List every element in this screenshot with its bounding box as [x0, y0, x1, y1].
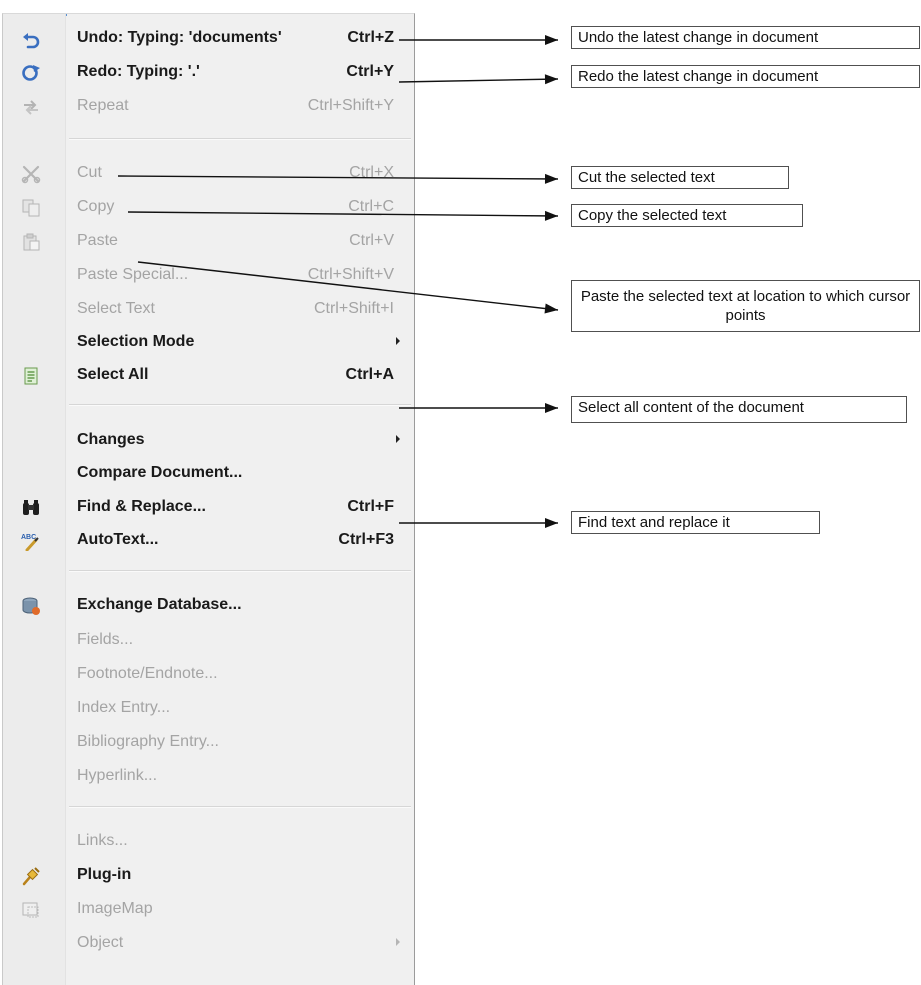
- menu-item-label: Links...: [77, 832, 128, 849]
- binoculars-icon: [21, 498, 41, 518]
- select-all-icon: [21, 366, 41, 386]
- menu-item-links[interactable]: Links...: [3, 827, 414, 857]
- svg-text:ABC: ABC: [21, 534, 36, 541]
- menu-item-shortcut: Ctrl+Z: [347, 29, 394, 46]
- menu-item-hyperlink[interactable]: Hyperlink...: [3, 762, 414, 792]
- menu-separator: [69, 138, 411, 140]
- imagemap-icon: [21, 900, 41, 920]
- menu-item-index-entry[interactable]: Index Entry...: [3, 694, 414, 724]
- menu-item-label: Paste: [77, 232, 118, 249]
- menu-item-label: Redo: Typing: '.': [77, 63, 200, 80]
- arrowhead-icon: [545, 518, 558, 528]
- paste-icon: [21, 232, 41, 252]
- edit-menu: Undo: Typing: 'documents' Ctrl+Z Redo: Typ…: [2, 13, 415, 985]
- menu-item-shortcut: Ctrl+X: [349, 164, 394, 181]
- annotation-arrow-line: [398, 78, 559, 83]
- arrowhead-icon: [544, 74, 558, 85]
- menu-item-changes[interactable]: Changes: [3, 426, 414, 456]
- menu-item-label: Footnote/Endnote...: [77, 665, 218, 682]
- menu-item-shortcut: Ctrl+Y: [346, 63, 394, 80]
- menu-item-label: Selection Mode: [77, 333, 195, 350]
- menu-item-exchange-database[interactable]: Exchange Database...: [3, 591, 414, 621]
- menu-item-label: Paste Special...: [77, 266, 189, 283]
- menu-item-label: Changes: [77, 431, 145, 448]
- submenu-arrow-icon: [396, 337, 400, 345]
- menu-item-label: ImageMap: [77, 900, 153, 917]
- menu-item-label: Index Entry...: [77, 699, 171, 716]
- menu-item-shortcut: Ctrl+Shift+Y: [307, 97, 394, 114]
- annotation-callout: Select all content of the document: [571, 396, 907, 423]
- menu-item-label: Compare Document...: [77, 464, 243, 481]
- menu-item-select-text[interactable]: Select Text Ctrl+Shift+I: [3, 295, 414, 325]
- arrowhead-icon: [545, 35, 558, 45]
- menu-item-shortcut: Ctrl+Shift+V: [307, 266, 394, 283]
- menu-item-label: AutoText...: [77, 531, 159, 548]
- annotation-callout: Paste the selected text at location to w…: [571, 280, 920, 332]
- menu-item-label: Undo: Typing: 'documents': [77, 29, 282, 46]
- annotation-callout: Redo the latest change in document: [571, 65, 920, 88]
- annotation-callout: Cut the selected text: [571, 166, 789, 189]
- arrowhead-icon: [545, 403, 558, 413]
- arrowhead-icon: [544, 210, 558, 221]
- redo-icon: [21, 63, 41, 83]
- annotation-callout: Undo the latest change in document: [571, 26, 920, 49]
- menu-item-fields[interactable]: Fields...: [3, 626, 414, 656]
- menu-item-cut[interactable]: Cut Ctrl+X: [3, 159, 414, 189]
- menu-item-shortcut: Ctrl+C: [348, 198, 394, 215]
- annotation-callout: Find text and replace it: [571, 511, 820, 534]
- menu-item-label: Hyperlink...: [77, 767, 158, 784]
- autotext-icon: ABC: [21, 531, 41, 551]
- annotation-callout: Copy the selected text: [571, 204, 803, 227]
- menu-item-label: Select All: [77, 366, 149, 383]
- figure: Undo: Typing: 'documents' Ctrl+Z Redo: Typ…: [0, 0, 921, 985]
- submenu-arrow-icon: [396, 938, 400, 946]
- menu-item-shortcut: Ctrl+F3: [338, 531, 394, 548]
- menu-item-label: Select Text: [77, 300, 155, 317]
- menu-item-undo-typing-documents[interactable]: Undo: Typing: 'documents' Ctrl+Z: [3, 24, 414, 54]
- menu-item-label: Repeat: [77, 97, 129, 114]
- menu-item-select-all[interactable]: Select All Ctrl+A: [3, 361, 414, 391]
- menu-separator: [69, 570, 411, 572]
- menu-item-imagemap[interactable]: ImageMap: [3, 895, 414, 925]
- menu-item-redo-typing[interactable]: Redo: Typing: '.' Ctrl+Y: [3, 58, 414, 88]
- menu-item-plug-in[interactable]: Plug-in: [3, 861, 414, 891]
- arrowhead-icon: [544, 173, 558, 184]
- menu-item-shortcut: Ctrl+F: [347, 498, 394, 515]
- plugin-icon: [21, 866, 41, 886]
- menu-item-shortcut: Ctrl+A: [345, 366, 394, 383]
- menu-separator: [69, 404, 411, 406]
- menu-item-label: Cut: [77, 164, 102, 181]
- menu-item-paste[interactable]: Paste Ctrl+V: [3, 227, 414, 257]
- menu-item-bibliography-entry[interactable]: Bibliography Entry...: [3, 728, 414, 758]
- menu-item-label: Find & Replace...: [77, 498, 206, 515]
- arrowhead-icon: [544, 303, 558, 314]
- menu-item-compare-document[interactable]: Compare Document...: [3, 459, 414, 489]
- menu-separator: [69, 806, 411, 808]
- menu-item-paste-special[interactable]: Paste Special... Ctrl+Shift+V: [3, 261, 414, 291]
- menu-item-label: Fields...: [77, 631, 134, 648]
- menu-item-shortcut: Ctrl+V: [349, 232, 394, 249]
- menu-item-object[interactable]: Object: [3, 929, 414, 959]
- repeat-icon: [21, 97, 41, 117]
- menu-item-selection-mode[interactable]: Selection Mode: [3, 328, 414, 358]
- menu-item-autotext[interactable]: ABC AutoText... Ctrl+F3: [3, 526, 414, 556]
- database-icon: [21, 596, 41, 616]
- scissors-icon: [21, 164, 41, 184]
- menu-item-find-and-replace[interactable]: Find & Replace... Ctrl+F: [3, 493, 414, 523]
- menu-item-copy[interactable]: Copy Ctrl+C: [3, 193, 414, 223]
- menu-item-footnote-endnote[interactable]: Footnote/Endnote...: [3, 660, 414, 690]
- menu-item-label: Plug-in: [77, 866, 132, 883]
- menu-item-label: Bibliography Entry...: [77, 733, 219, 750]
- submenu-arrow-icon: [396, 435, 400, 443]
- copy-icon: [21, 198, 41, 218]
- menu-item-label: Object: [77, 934, 124, 951]
- menu-item-repeat[interactable]: Repeat Ctrl+Shift+Y: [3, 92, 414, 122]
- menu-item-shortcut: Ctrl+Shift+I: [313, 300, 394, 317]
- menu-item-label: Exchange Database...: [77, 596, 242, 613]
- undo-icon: [21, 29, 41, 49]
- menu-item-label: Copy: [77, 198, 115, 215]
